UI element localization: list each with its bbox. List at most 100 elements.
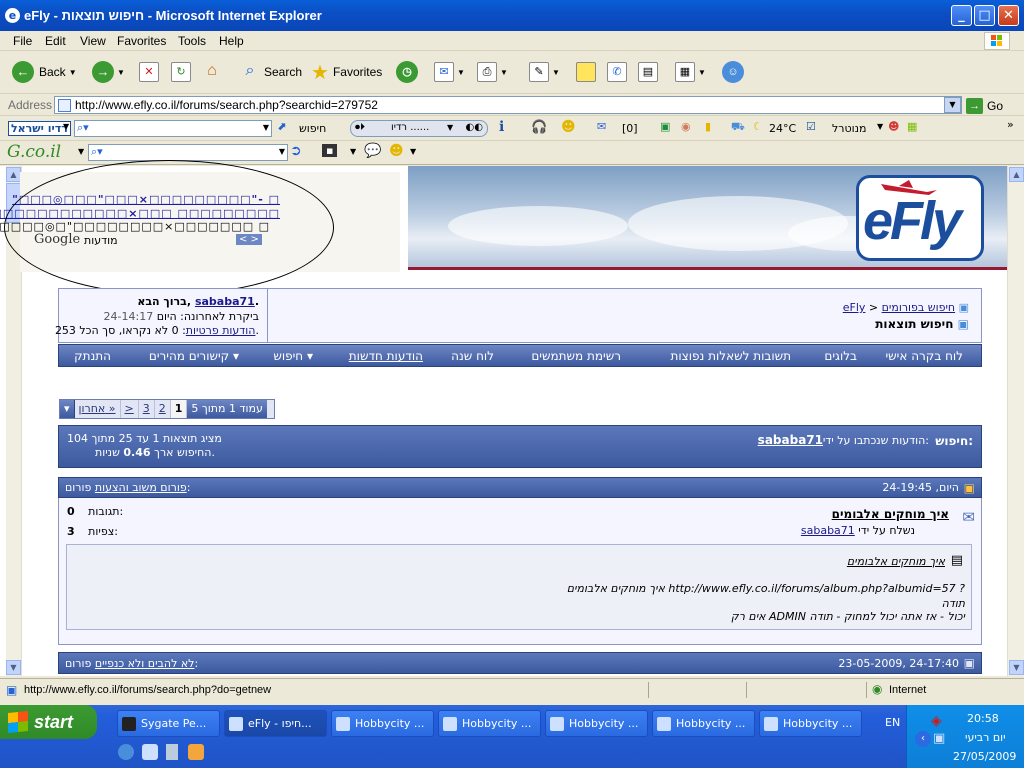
post-author-link[interactable]: sababa71: [801, 524, 855, 537]
menu-favorites[interactable]: Favorites: [117, 34, 166, 48]
radio-player[interactable]: ⏺⏵ רדיו ...... ▼ ◐◐: [350, 120, 488, 137]
task-hobbycity-1[interactable]: Hobbycity ...: [331, 710, 434, 737]
post-title-link[interactable]: איך מוחקים אלבומים: [832, 507, 949, 521]
task-hobbycity-3[interactable]: Hobbycity ...: [545, 710, 648, 737]
smiley-icon[interactable]: ☻: [389, 143, 404, 159]
maximize-button[interactable]: □: [974, 5, 995, 26]
chevron-down-icon[interactable]: ▼: [63, 122, 69, 131]
mail-button[interactable]: ✉ ▼: [434, 60, 465, 84]
back-button[interactable]: ← Back ▼: [12, 60, 77, 84]
go-button[interactable]: → Go: [966, 97, 1003, 114]
task-hobbycity-2[interactable]: Hobbycity ...: [438, 710, 541, 737]
coins-icon[interactable]: ▮: [705, 120, 711, 133]
chevron-down-icon[interactable]: ▼: [877, 122, 883, 131]
mail-icon[interactable]: ✉: [597, 120, 606, 133]
nav-members[interactable]: רשימת משתמשים: [531, 349, 621, 363]
temperature[interactable]: 24°C: [769, 122, 796, 135]
menu-help[interactable]: Help: [219, 34, 244, 48]
post-forum-link-2[interactable]: לא להבים ולא כנפיים: [95, 657, 195, 670]
scroll-up-arrow-icon[interactable]: ▲: [1009, 167, 1024, 182]
menu-view[interactable]: View: [80, 34, 106, 48]
pm-link[interactable]: הודעות פרטיות: [186, 324, 256, 337]
media-icon[interactable]: ▪: [322, 144, 338, 157]
menu-file[interactable]: File: [13, 34, 32, 48]
headphones-icon[interactable]: 🎧: [531, 120, 547, 135]
pager-next[interactable]: >: [121, 400, 139, 418]
messenger-button[interactable]: ✆: [607, 60, 627, 84]
network-icon[interactable]: ▣: [933, 731, 945, 746]
search-button[interactable]: ⌕ Search: [240, 60, 303, 84]
info-icon[interactable]: ℹ: [499, 119, 504, 135]
monitor-icon[interactable]: ▣: [660, 120, 670, 133]
menu-edit[interactable]: Edit: [45, 34, 66, 48]
avatar-icon[interactable]: ◉: [681, 120, 691, 133]
minimize-button[interactable]: _: [951, 5, 972, 26]
car-icon[interactable]: ⛟: [731, 120, 745, 135]
clock-time[interactable]: 20:58: [967, 712, 999, 725]
smiley-icon[interactable]: ☻: [561, 119, 576, 135]
quick-launch-desktop-icon[interactable]: [142, 744, 158, 760]
print-button[interactable]: ⎙ ▼: [477, 60, 508, 84]
welcome-username[interactable]: sababa71: [195, 295, 255, 308]
search-header-user-link[interactable]: sababa71: [758, 433, 823, 447]
refresh-button[interactable]: ↻: [171, 60, 191, 84]
nav-blogs[interactable]: בלוגים: [824, 349, 857, 363]
task-hobbycity-4[interactable]: Hobbycity ...: [652, 710, 755, 737]
nav-quick-links-menu[interactable]: קישורים מהירים ▾: [149, 349, 239, 363]
research-button[interactable]: ▤: [638, 60, 658, 84]
nav-new-posts[interactable]: הודעות חדשות: [349, 349, 423, 363]
firewall-icon[interactable]: ◈: [931, 713, 942, 729]
scroll-up-icon[interactable]: ▲: [6, 167, 21, 182]
quick-launch-ie-icon[interactable]: [118, 744, 134, 760]
pager-last[interactable]: אחרון »: [75, 400, 121, 418]
post-forum-link[interactable]: פורום משוב והצעות: [95, 481, 187, 494]
history-button[interactable]: ◷: [396, 60, 418, 84]
gcoil-search-input[interactable]: ⌕▾ ▼: [88, 144, 288, 161]
chevron-left-icon[interactable]: ‹: [915, 731, 931, 747]
popup-blocker-status[interactable]: מנוטרל: [832, 122, 866, 135]
language-indicator[interactable]: EN: [885, 716, 900, 729]
radio-search-input[interactable]: ⌕▾ ▼: [74, 120, 272, 137]
window-title-bar[interactable]: e eFly - חיפוש תוצאות - Microsoft Intern…: [0, 0, 1024, 31]
stop-button[interactable]: ✕: [139, 60, 159, 84]
breadcrumb-site-link[interactable]: eFly: [843, 301, 866, 314]
go-circle-icon[interactable]: ➲: [290, 143, 302, 159]
efly-logo[interactable]: eFly: [856, 175, 984, 261]
favorites-button[interactable]: ★ Favorites: [311, 60, 382, 84]
preview-title-link[interactable]: איך מוחקים אלבומים: [847, 555, 945, 568]
task-hobbycity-5[interactable]: Hobbycity ...: [759, 710, 862, 737]
people-icon[interactable]: ☻: [888, 120, 899, 133]
breadcrumb-section-link[interactable]: חיפוש בפורומים: [882, 301, 955, 314]
address-input[interactable]: http://www.efly.co.il/forums/search.php?…: [54, 96, 962, 114]
nav-logout[interactable]: התנתק: [74, 349, 111, 363]
quick-launch-messenger-icon[interactable]: [188, 744, 204, 760]
scroll-down-arrow-icon[interactable]: ▼: [1009, 660, 1024, 675]
search-go-icon[interactable]: ⬈: [277, 120, 286, 133]
nav-usercp[interactable]: לוח בקרה אישי: [885, 349, 963, 363]
radio-logo[interactable]: רדיו ישראל: [8, 121, 71, 136]
pager-dropdown[interactable]: ▾: [60, 400, 75, 418]
toolbar-options-button[interactable]: ▦ ▼: [675, 60, 706, 84]
chevron-down-icon[interactable]: ▼: [410, 147, 416, 156]
chevron-down-icon[interactable]: ▼: [78, 147, 84, 156]
toolbar-overflow-icon[interactable]: »: [1007, 118, 1014, 131]
nav-search-menu[interactable]: חיפוש ▾: [273, 349, 313, 363]
address-dropdown-button[interactable]: ▼: [944, 97, 961, 113]
pager-page-2[interactable]: 2: [155, 400, 171, 418]
mail-count[interactable]: [0]: [622, 122, 638, 135]
close-button[interactable]: ✕: [998, 5, 1019, 26]
task-sygate[interactable]: Sygate Pe...: [117, 710, 220, 737]
popup-blocker-icon[interactable]: ☑: [806, 120, 816, 133]
chat-bubble-icon[interactable]: 💬: [364, 143, 381, 159]
edit-button[interactable]: ✎ ▼: [529, 60, 560, 84]
start-button[interactable]: start: [0, 705, 97, 739]
chevron-down-icon[interactable]: ▼: [350, 147, 356, 156]
gcoil-logo[interactable]: G.co.il: [7, 142, 61, 162]
notes-button[interactable]: [576, 60, 596, 84]
forward-button[interactable]: → ▼: [92, 60, 125, 84]
pager-page-3[interactable]: 3: [139, 400, 155, 418]
menu-tools[interactable]: Tools: [178, 34, 206, 48]
radio-search-label[interactable]: חיפוש: [299, 122, 326, 135]
contacts-button[interactable]: ☺: [722, 60, 744, 84]
windows-grid-icon[interactable]: ▦: [907, 120, 917, 133]
